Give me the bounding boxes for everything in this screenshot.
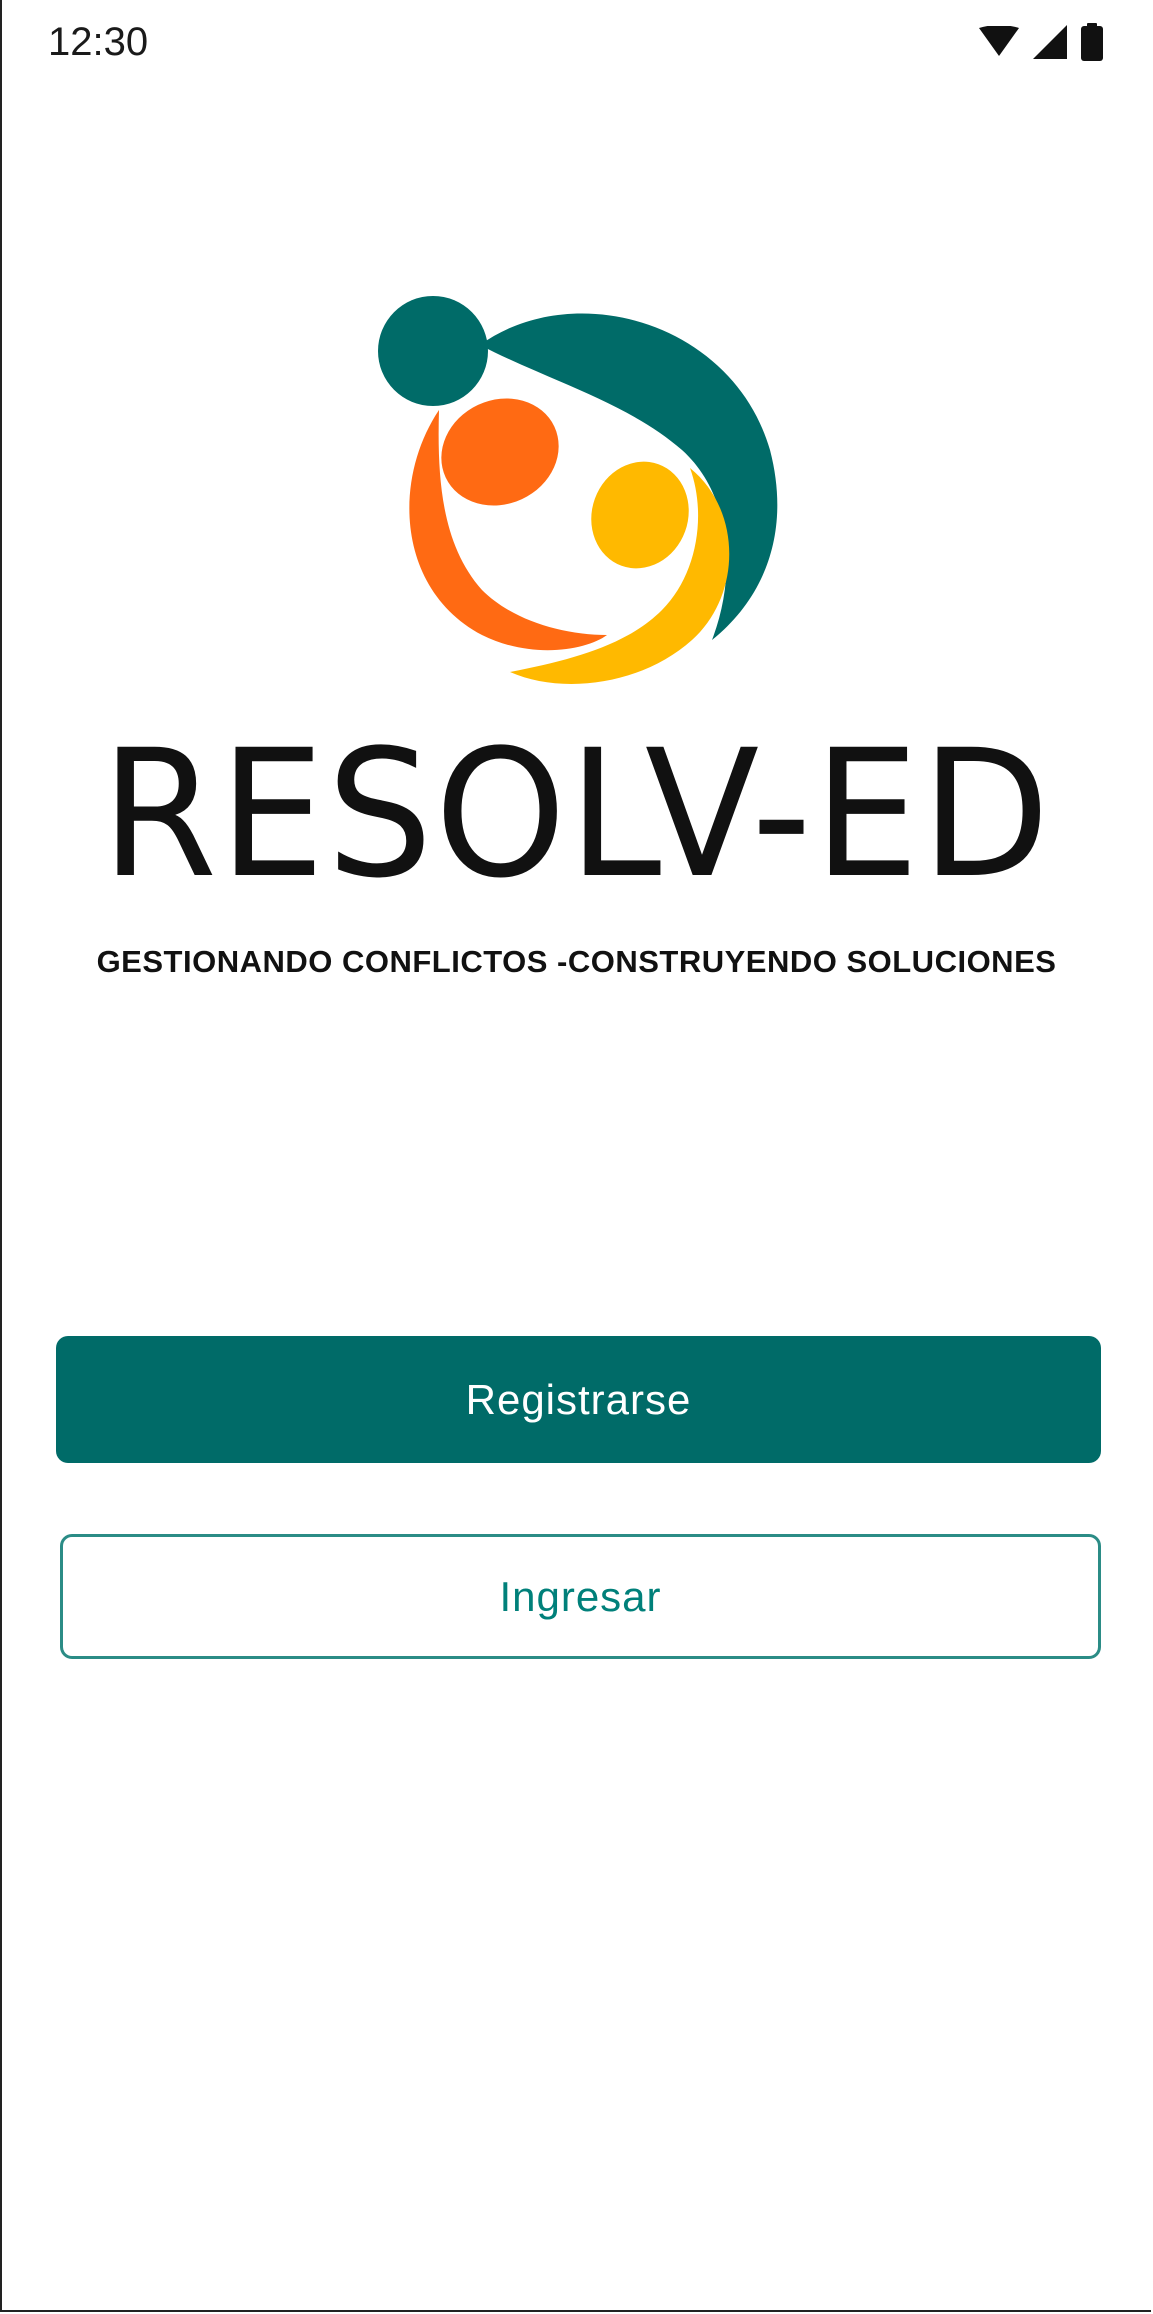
brand-wordmark: RESOLV-ED: [2, 715, 1151, 915]
signal-icon: [1033, 24, 1067, 64]
register-button-label: Registrarse: [465, 1375, 692, 1423]
brand-tagline: GESTIONANDO CONFLICTOS -CONSTRUYENDO SOL…: [96, 944, 1057, 979]
logo-emblem: [378, 296, 778, 684]
battery-icon: [1081, 22, 1103, 66]
welcome-screen: 12:30 RESOLV-ED GESTIONANDO CONFLICTOS -…: [0, 0, 1151, 2312]
login-button[interactable]: Ingresar: [60, 1534, 1101, 1659]
status-bar: 12:30: [2, 0, 1151, 90]
wifi-icon: [979, 24, 1019, 63]
wordmark-text: RESOLV-ED: [101, 712, 1052, 917]
status-time: 12:30: [48, 20, 149, 64]
status-icons: [979, 22, 1103, 66]
register-button[interactable]: Registrarse: [56, 1336, 1101, 1463]
login-button-label: Ingresar: [499, 1572, 662, 1620]
logo: [2, 290, 1151, 720]
